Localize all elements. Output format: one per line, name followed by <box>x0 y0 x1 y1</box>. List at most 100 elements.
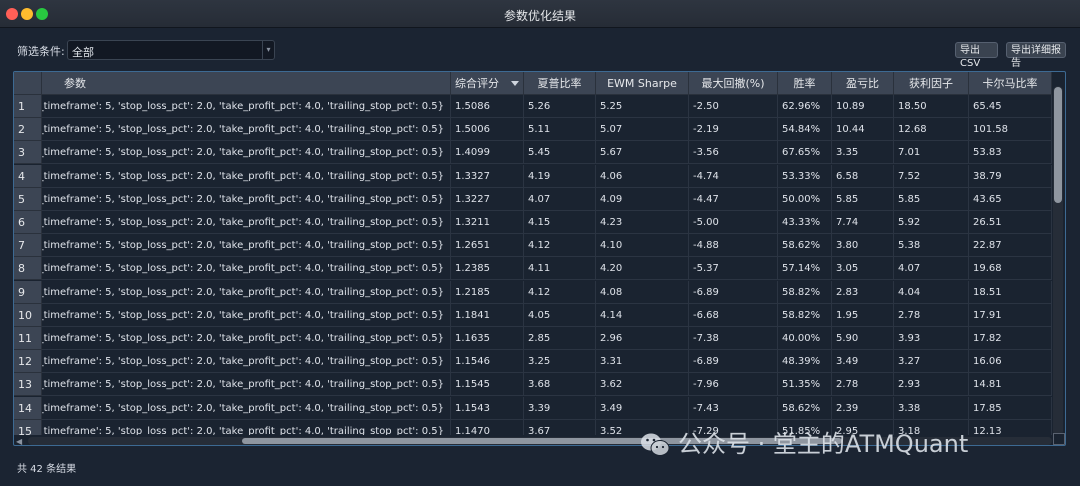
cell-score: 1.1545 <box>451 373 524 397</box>
table-row[interactable]: 55, 'trade_timeframe': 5, 'stop_loss_pct… <box>14 187 1052 211</box>
table-row[interactable]: 45, 'trade_timeframe': 5, 'stop_loss_pct… <box>14 164 1052 188</box>
row-index[interactable]: 15 <box>14 419 42 435</box>
cell-calmar: 18.51 <box>969 280 1052 304</box>
cell-params: 5, 'trade_timeframe': 5, 'stop_loss_pct'… <box>42 327 451 350</box>
cell-sharpe: 5.26 <box>524 95 596 118</box>
cell-sharpe: 4.12 <box>524 280 596 304</box>
table-row[interactable]: 3': 5, 'trade_timeframe': 5, 'stop_loss_… <box>14 141 1052 165</box>
row-index[interactable]: 11 <box>14 327 42 350</box>
table-row[interactable]: 14': 5, 'trade_timeframe': 5, 'stop_loss… <box>14 396 1052 420</box>
cell-profit-factor: 5.92 <box>894 211 969 234</box>
cell-win-rate: 58.82% <box>778 280 832 304</box>
cell-params-text: 5, 'trade_timeframe': 5, 'stop_loss_pct'… <box>42 101 444 112</box>
column-header-max-drawdown[interactable]: 最大回撤(%) <box>689 72 778 95</box>
watermark: 公众号 · 堂主的ATMQuant <box>640 426 968 462</box>
cell-score: 1.2185 <box>451 280 524 304</box>
table-body: 15, 'trade_timeframe': 5, 'stop_loss_pct… <box>14 95 1052 435</box>
cell-sharpe: 5.11 <box>524 118 596 142</box>
cell-max-drawdown: -7.96 <box>689 373 778 397</box>
cell-params-text: 5, 'trade_timeframe': 5, 'stop_loss_pct'… <box>42 333 444 344</box>
cell-profit-loss-ratio: 3.05 <box>832 257 894 281</box>
cell-max-drawdown: -5.00 <box>689 211 778 234</box>
cell-win-rate: 40.00% <box>778 327 832 350</box>
cell-profit-factor: 3.27 <box>894 350 969 374</box>
results-table: 参数 综合评分 夏普比率 EWM Sharpe 最大回撤(%) 胜率 盈亏比 获… <box>13 71 1066 446</box>
column-header-profit-loss-ratio[interactable]: 盈亏比 <box>832 72 894 95</box>
export-report-button[interactable]: 导出详细报告 <box>1006 42 1066 69</box>
table-row[interactable]: 65, 'trade_timeframe': 5, 'stop_loss_pct… <box>14 211 1052 234</box>
cell-profit-loss-ratio: 2.39 <box>832 396 894 420</box>
row-index[interactable]: 7 <box>14 234 42 258</box>
cell-params: 5, 'trade_timeframe': 5, 'stop_loss_pct'… <box>42 187 451 211</box>
cell-calmar: 101.58 <box>969 118 1052 142</box>
row-index[interactable]: 8 <box>14 257 42 281</box>
cell-profit-factor: 5.38 <box>894 234 969 258</box>
cell-profit-loss-ratio: 1.95 <box>832 303 894 327</box>
column-header-win-rate[interactable]: 胜率 <box>778 72 832 95</box>
row-index[interactable]: 12 <box>14 350 42 374</box>
cell-profit-factor: 4.07 <box>894 257 969 281</box>
column-header-ewm-sharpe[interactable]: EWM Sharpe <box>596 72 689 95</box>
cell-ewm-sharpe: 4.20 <box>596 257 689 281</box>
cell-max-drawdown: -3.56 <box>689 141 778 165</box>
table-row[interactable]: 95, 'trade_timeframe': 5, 'stop_loss_pct… <box>14 280 1052 304</box>
cell-ewm-sharpe: 5.25 <box>596 95 689 118</box>
export-csv-button[interactable]: 导出CSV <box>955 42 998 69</box>
table-row[interactable]: 25, 'trade_timeframe': 5, 'stop_loss_pct… <box>14 118 1052 142</box>
cell-calmar: 38.79 <box>969 164 1052 188</box>
cell-profit-factor: 5.85 <box>894 187 969 211</box>
cell-calmar: 14.81 <box>969 373 1052 397</box>
cell-score: 1.4099 <box>451 141 524 165</box>
row-index[interactable]: 13 <box>14 373 42 397</box>
cell-profit-loss-ratio: 6.58 <box>832 164 894 188</box>
cell-profit-factor: 3.38 <box>894 396 969 420</box>
cell-ewm-sharpe: 5.67 <box>596 141 689 165</box>
table-row[interactable]: 7': 5, 'trade_timeframe': 5, 'stop_loss_… <box>14 234 1052 258</box>
cell-profit-loss-ratio: 2.78 <box>832 373 894 397</box>
cell-params: 5, 'trade_timeframe': 5, 'stop_loss_pct'… <box>42 303 451 327</box>
cell-sharpe: 5.45 <box>524 141 596 165</box>
cell-profit-factor: 12.68 <box>894 118 969 142</box>
row-index[interactable]: 5 <box>14 187 42 211</box>
cell-params-text: ': 5, 'trade_timeframe': 5, 'stop_loss_p… <box>42 402 444 414</box>
row-index[interactable]: 2 <box>14 118 42 142</box>
column-header-sharpe[interactable]: 夏普比率 <box>524 72 596 95</box>
cell-ewm-sharpe: 4.14 <box>596 303 689 327</box>
row-index[interactable]: 10 <box>14 303 42 327</box>
result-count: 共 42 条结果 <box>17 464 77 475</box>
table-row[interactable]: 135, 'trade_timeframe': 5, 'stop_loss_pc… <box>14 373 1052 397</box>
cell-ewm-sharpe: 5.07 <box>596 118 689 142</box>
filter-select[interactable]: 全部 ▾ <box>67 40 275 60</box>
table-row[interactable]: 125, 'trade_timeframe': 5, 'stop_loss_pc… <box>14 350 1052 374</box>
row-index[interactable]: 4 <box>14 164 42 188</box>
vertical-scrollbar[interactable] <box>1053 86 1063 436</box>
cell-profit-factor: 7.01 <box>894 141 969 165</box>
cell-profit-loss-ratio: 3.80 <box>832 234 894 258</box>
cell-params: 5, 'trade_timeframe': 5, 'stop_loss_pct'… <box>42 95 451 118</box>
column-header-profit-factor[interactable]: 获利因子 <box>894 72 969 95</box>
row-index[interactable]: 9 <box>14 280 42 304</box>
scroll-left-icon[interactable]: ◀ <box>16 437 22 445</box>
table-row[interactable]: 8': 5, 'trade_timeframe': 5, 'stop_loss_… <box>14 257 1052 281</box>
table-row[interactable]: 105, 'trade_timeframe': 5, 'stop_loss_pc… <box>14 303 1052 327</box>
column-header-score[interactable]: 综合评分 <box>451 72 524 95</box>
table-row[interactable]: 15, 'trade_timeframe': 5, 'stop_loss_pct… <box>14 95 1052 118</box>
cell-score: 1.5006 <box>451 118 524 142</box>
cell-max-drawdown: -2.50 <box>689 95 778 118</box>
window-title: 参数优化结果 <box>503 9 576 23</box>
column-header-params[interactable]: 参数 <box>42 72 451 95</box>
cell-profit-loss-ratio: 5.85 <box>832 187 894 211</box>
column-header-calmar[interactable]: 卡尔马比率 <box>969 72 1052 95</box>
row-index[interactable]: 1 <box>14 95 42 118</box>
cell-calmar: 19.68 <box>969 257 1052 281</box>
row-index[interactable]: 14 <box>14 396 42 420</box>
row-index[interactable]: 6 <box>14 211 42 234</box>
vertical-scroll-thumb[interactable] <box>1054 87 1062 203</box>
cell-max-drawdown: -6.89 <box>689 350 778 374</box>
cell-sharpe: 3.25 <box>524 350 596 374</box>
row-index[interactable]: 3 <box>14 141 42 165</box>
table-row[interactable]: 115, 'trade_timeframe': 5, 'stop_loss_pc… <box>14 327 1052 350</box>
cell-calmar: 26.51 <box>969 211 1052 234</box>
cell-calmar: 53.83 <box>969 141 1052 165</box>
cell-score: 1.3327 <box>451 164 524 188</box>
